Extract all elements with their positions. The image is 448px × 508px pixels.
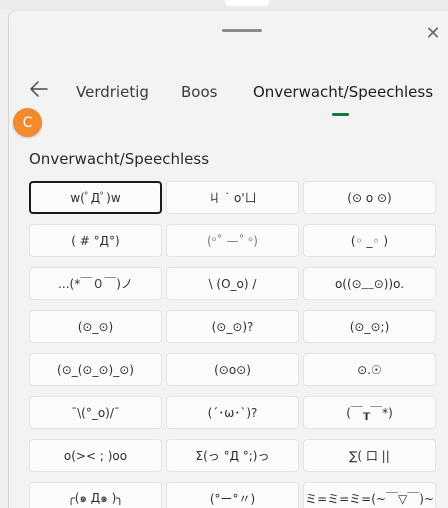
section-title: Onverwacht/Speechless (29, 150, 210, 168)
back-arrow-icon (30, 81, 48, 97)
kaomoji-item[interactable]: ∑( 口 || (303, 439, 436, 472)
category-tabs: Verdrietig Boos Onverwacht/Speechless (9, 77, 448, 117)
keyboard-shortcut-badge: C (13, 108, 42, 137)
kaomoji-grid: w(ﾟДﾟ)w ㄐ ˙ o'ㄩ (⊙ o ⊙) ( # °Д°) (ᵒ˚ —˚ ᵒ) (◦… (29, 181, 436, 508)
kaomoji-item[interactable]: ╭(๑ Д๑ )╮ (29, 482, 162, 508)
kaomoji-item[interactable]: (´･ω･`)? (166, 396, 299, 429)
kaomoji-item[interactable]: (⊙ o ⊙) (303, 181, 436, 214)
tab-boos[interactable]: Boos (181, 83, 217, 101)
kaomoji-item[interactable]: ミ=ミ=ミ=(~￣▽￣)~ (303, 482, 436, 508)
drag-handle[interactable] (222, 29, 262, 32)
screen-top-notch (225, 0, 269, 6)
close-button[interactable]: ✕ (421, 21, 445, 45)
kaomoji-item[interactable]: (°ー°〃) (166, 482, 299, 508)
kaomoji-item[interactable]: Σ(っ °Д °;)っ (166, 439, 299, 472)
kaomoji-item[interactable]: ˉ\(°_o)/ˉ (29, 396, 162, 429)
kaomoji-item[interactable]: (⊙_⊙)? (166, 310, 299, 343)
kaomoji-item[interactable]: o(>< ; )oo (29, 439, 162, 472)
emoji-panel: ✕ Verdrietig Boos Onverwacht/Speechless … (8, 10, 448, 508)
close-icon: ✕ (425, 22, 441, 44)
kaomoji-item[interactable]: (◦ _◦ ) (303, 224, 436, 257)
kaomoji-item[interactable]: ㄐ ˙ o'ㄩ (166, 181, 299, 214)
tab-onverwacht-speechless[interactable]: Onverwacht/Speechless (253, 83, 433, 101)
kaomoji-item[interactable]: w(ﾟДﾟ)w (29, 181, 162, 214)
kaomoji-item[interactable]: (⊙_⊙) (29, 310, 162, 343)
kaomoji-item[interactable]: o((⊙﹏⊙))o. (303, 267, 436, 300)
kaomoji-item[interactable]: (ᵒ˚ —˚ ᵒ) (166, 224, 299, 257)
kaomoji-item[interactable]: ( # °Д°) (29, 224, 162, 257)
kaomoji-item[interactable]: ...(*￣０￣)ノ (29, 267, 162, 300)
screen-top-edge (0, 0, 448, 10)
kaomoji-item[interactable]: (￣┰￣*) (303, 396, 436, 429)
kaomoji-item[interactable]: (⊙_(⊙_⊙)_⊙) (29, 353, 162, 386)
kaomoji-item[interactable]: ⊙.☉ (303, 353, 436, 386)
back-button[interactable] (27, 77, 51, 101)
kaomoji-item[interactable]: \ (O_o) / (166, 267, 299, 300)
active-tab-indicator (332, 113, 349, 116)
tab-verdrietig[interactable]: Verdrietig (76, 83, 149, 101)
kaomoji-item[interactable]: (⊙_⊙;) (303, 310, 436, 343)
kaomoji-item[interactable]: (⊙o⊙) (166, 353, 299, 386)
